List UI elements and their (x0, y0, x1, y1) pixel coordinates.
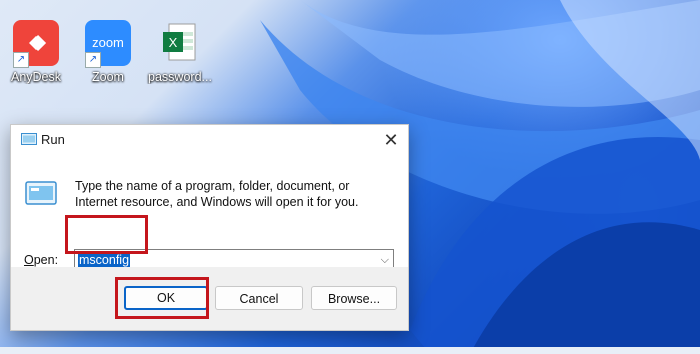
desktop-icon-anydesk[interactable]: ↗ AnyDesk (0, 18, 72, 98)
shortcut-arrow-icon: ↗ (85, 52, 101, 68)
shortcut-arrow-icon: ↗ (13, 52, 29, 68)
desktop-icon-label: Zoom (92, 70, 124, 84)
title-bar[interactable]: Run ✕ (11, 125, 408, 155)
open-label-text: pen: (33, 253, 59, 267)
close-button[interactable]: ✕ (380, 129, 402, 151)
zoom-logo-text: zoom (92, 35, 124, 50)
svg-text:X: X (169, 35, 178, 50)
desktop-icon-zoom[interactable]: zoom ↗ Zoom (72, 18, 144, 98)
highlight-box-input (65, 215, 148, 254)
open-label-accelerator: O (24, 253, 34, 267)
browse-button[interactable]: Browse... (311, 286, 397, 310)
taskbar (0, 347, 700, 354)
open-label: Open: (24, 253, 58, 267)
dialog-description: Type the name of a program, folder, docu… (75, 179, 359, 209)
excel-file-icon: X (157, 20, 203, 66)
desktop-icon-label: AnyDesk (10, 70, 62, 84)
highlight-box-ok (115, 277, 209, 319)
desktop-icon-label: password... (148, 70, 212, 84)
run-icon (21, 133, 37, 145)
open-input[interactable]: msconfig (78, 252, 131, 268)
dialog-title: Run (41, 132, 65, 147)
desktop-icon-password-file[interactable]: X password... (144, 18, 216, 98)
dialog-footer: OK Cancel Browse... (11, 267, 408, 330)
run-program-icon (25, 181, 57, 205)
close-icon: ✕ (383, 130, 399, 150)
cancel-button[interactable]: Cancel (215, 286, 303, 310)
